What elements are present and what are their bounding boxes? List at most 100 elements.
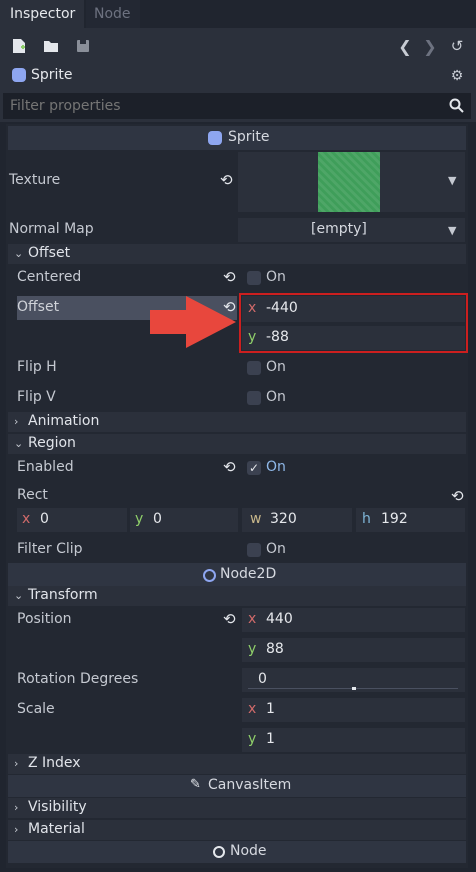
chevron-right-icon: › [14,801,19,814]
category-canvas-item: ✎ CanvasItem [8,775,466,797]
flip-v-value: On [266,389,286,405]
flip-h-label: Flip H [17,359,57,375]
texture-dropdown-icon[interactable]: ▼ [448,174,456,187]
section-z-index[interactable]: › Z Index [8,754,466,774]
tab-bar: Inspector Node [0,0,476,28]
texture-label: Texture [9,172,61,188]
position-revert-icon[interactable]: ⟲ [223,610,236,628]
section-region-label: Region [28,435,76,451]
rect-revert-icon[interactable]: ⟲ [451,487,464,505]
offset-y-axis: y [248,329,257,345]
scale-y-axis: y [248,731,257,747]
section-region[interactable]: ⌄ Region [8,434,466,454]
offset-x-field[interactable]: x -440 [242,296,465,322]
sprite-icon [12,68,26,82]
position-y-value: 88 [266,641,284,657]
category-node2d-label: Node2D [220,566,277,582]
position-y-axis: y [248,641,257,657]
section-offset[interactable]: ⌄ Offset [8,244,466,264]
rect-label: Rect [17,487,48,503]
offset-y-field[interactable]: y -88 [242,326,465,350]
position-y-field[interactable]: y 88 [242,638,465,662]
filter-row [0,88,476,122]
enabled-label: Enabled [17,459,74,475]
history-back-icon[interactable]: ❮ [397,37,413,56]
history-forward-icon[interactable]: ❯ [422,37,438,56]
normal-map-dropdown-icon[interactable]: ▼ [448,224,456,237]
rect-h-field[interactable]: h 192 [356,508,465,532]
rect-h-axis: h [362,511,371,527]
flip-v-checkbox[interactable] [247,391,261,405]
category-sprite: Sprite [8,126,466,150]
object-name: Sprite [31,67,73,83]
rect-w-field[interactable]: w 320 [242,508,352,532]
tab-inspector[interactable]: Inspector [0,0,84,28]
section-visibility[interactable]: › Visibility [8,798,466,818]
tab-node[interactable]: Node [86,0,140,28]
position-x-value: 440 [266,611,293,627]
filter-clip-label: Filter Clip [17,541,83,557]
rect-w-value: 320 [270,511,297,527]
centered-revert-icon[interactable]: ⟲ [223,268,236,286]
offset-label: Offset [17,299,60,315]
filter-input[interactable] [3,93,471,119]
section-material[interactable]: › Material [8,820,466,840]
section-material-label: Material [28,821,85,837]
rect-y-value: 0 [153,511,162,527]
flip-h-value: On [266,359,286,375]
category-node-label: Node [230,843,267,859]
rect-y-axis: y [135,511,144,527]
inspector-toolbar: ❮ ❯ ↺ [0,28,476,64]
position-x-field[interactable]: x 440 [242,608,465,632]
object-settings-icon[interactable]: ⚙ [448,66,466,86]
node2d-icon [203,569,216,582]
flip-v-label: Flip V [17,389,56,405]
flip-h-checkbox[interactable] [247,361,261,375]
new-resource-icon[interactable] [10,37,28,55]
chevron-right-icon: › [14,415,19,428]
scale-y-value: 1 [266,731,275,747]
open-folder-icon[interactable] [41,37,61,55]
node-icon [213,846,225,858]
rect-x-value: 0 [40,511,49,527]
save-icon[interactable] [74,37,92,55]
chevron-right-icon: › [14,823,19,836]
enabled-checkbox[interactable]: ✓ [247,461,261,475]
scale-y-field[interactable]: y 1 [242,728,465,752]
category-node2d: Node2D [8,563,466,587]
category-node: Node [8,841,466,863]
object-history-icon[interactable]: ↺ [448,37,466,55]
chevron-down-icon: ⌄ [14,437,24,450]
texture-preview-field[interactable]: ▼ [238,152,465,212]
section-animation[interactable]: › Animation [8,412,466,432]
filter-clip-checkbox[interactable] [247,543,261,557]
rotation-value: 0 [258,671,267,687]
filter-clip-value: On [266,541,286,557]
normal-map-field[interactable]: [empty] ▼ [238,218,465,242]
normal-map-value: [empty] [311,221,367,237]
centered-value: On [266,269,286,285]
rotation-field[interactable]: 0 [242,668,465,692]
scale-x-value: 1 [266,701,275,717]
normal-map-label: Normal Map [9,221,94,237]
section-visibility-label: Visibility [28,799,87,815]
enabled-revert-icon[interactable]: ⟲ [223,458,236,476]
rect-x-field[interactable]: x 0 [17,508,127,532]
category-sprite-label: Sprite [228,129,270,145]
section-animation-label: Animation [28,413,100,429]
rotation-slider-grabber[interactable] [352,687,356,690]
scale-x-axis: x [248,701,257,717]
search-icon [449,98,465,114]
rect-x-axis: x [22,511,31,527]
texture-revert-icon[interactable]: ⟲ [220,171,233,189]
rotation-label: Rotation Degrees [17,671,139,687]
section-transform[interactable]: ⌄ Transform [8,586,466,606]
centered-label: Centered [17,269,82,285]
scale-x-field[interactable]: x 1 [242,698,465,722]
rect-h-value: 192 [381,511,408,527]
rect-y-field[interactable]: y 0 [130,508,238,532]
offset-y-value: -88 [266,329,289,345]
centered-checkbox[interactable] [247,271,261,285]
section-transform-label: Transform [28,587,98,603]
section-offset-label: Offset [28,245,71,261]
